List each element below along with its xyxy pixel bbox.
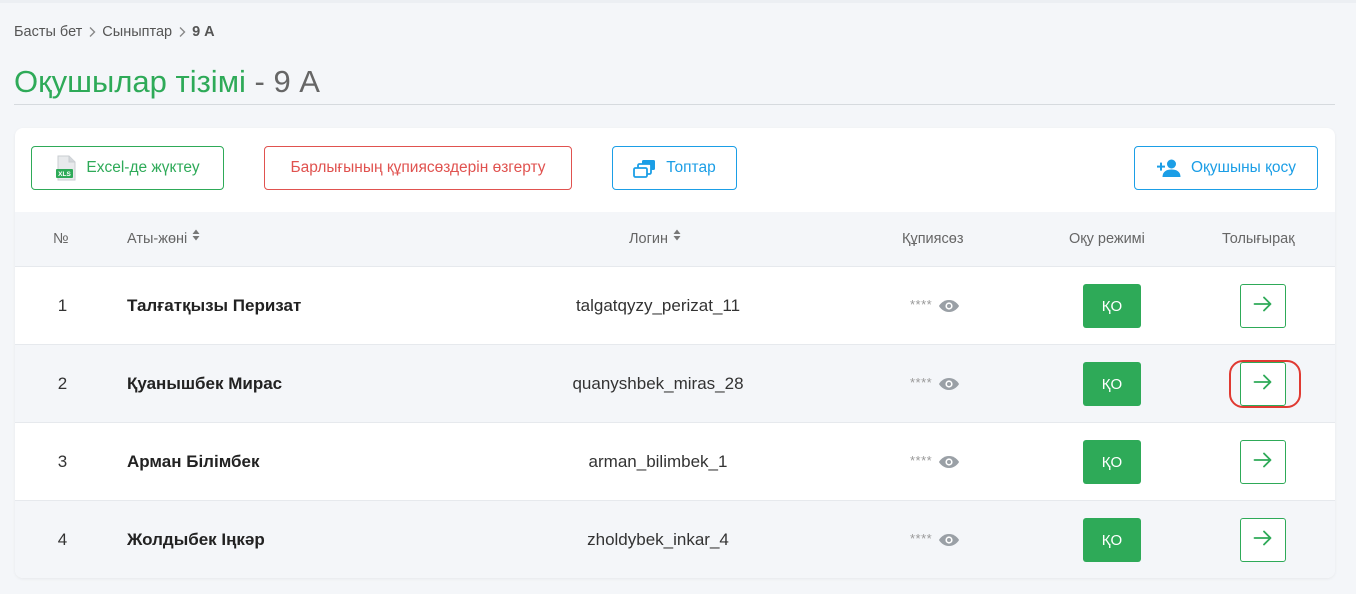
col-header-login[interactable]: Логин [629,212,681,266]
arrow-right-icon [1253,452,1273,473]
student-name: Қуанышбек Мирас [127,374,283,393]
students-card: XLS Excel-де жүктеу Барлығының құпиясөзд… [15,128,1335,578]
excel-download-button[interactable]: XLS Excel-де жүктеу [31,146,224,190]
arrow-right-icon [1253,374,1273,395]
add-user-icon [1156,158,1182,178]
col-header-name-label: Аты-жөні [127,231,188,247]
study-mode-badge: ҚО [1083,518,1141,562]
chevron-right-icon [88,26,96,38]
groups-button[interactable]: Топтар [612,146,737,190]
student-login: zholdybek_inkar_4 [587,530,729,549]
study-mode-badge: ҚО [1083,284,1141,328]
reset-all-passwords-label: Барлығының құпиясөздерін өзгерту [290,159,546,176]
col-header-mode: Оқу режимі [1069,231,1145,247]
breadcrumb-classes[interactable]: Сыныптар [102,24,172,40]
details-button[interactable] [1240,362,1286,406]
chevron-right-icon [178,26,186,38]
password-cell: **** [910,501,960,578]
student-login: quanyshbek_miras_28 [572,374,744,393]
top-border [0,0,1356,3]
col-header-num: № [53,231,69,247]
col-header-more: Толығырақ [1222,231,1295,247]
student-name: Арман Білімбек [127,452,260,471]
student-login: arman_bilimbek_1 [588,452,728,471]
add-student-label: Оқушыны қосу [1190,159,1297,176]
table-row: 2 Қуанышбек Мирас quanyshbek_miras_28 **… [15,345,1335,423]
svg-text:XLS: XLS [59,171,72,178]
details-button[interactable] [1240,518,1286,562]
excel-download-label: Excel-де жүктеу [86,159,200,176]
xls-file-icon: XLS [55,155,77,181]
student-name: Жолдыбек Іңкәр [127,530,265,549]
col-header-name[interactable]: Аты-жөні [127,212,200,266]
password-masked: **** [910,452,933,468]
study-mode-badge: ҚО [1083,440,1141,484]
breadcrumb-home[interactable]: Басты бет [14,24,82,40]
details-button[interactable] [1240,440,1286,484]
col-header-password: Құпиясөз [902,231,964,247]
student-login: talgatqyzy_perizat_11 [575,296,741,315]
add-student-button[interactable]: Оқушыны қосу [1134,146,1318,190]
password-cell: **** [910,345,960,423]
row-num: 3 [57,452,68,471]
arrow-right-icon [1253,296,1273,317]
row-num: 4 [57,530,68,549]
groups-icon [633,158,657,178]
row-num: 1 [57,296,68,315]
eye-icon[interactable] [938,299,960,313]
password-masked: **** [910,374,933,390]
password-cell: **** [910,267,960,345]
breadcrumb: Басты бет Сыныптар 9 А [14,24,215,40]
page-title: Оқушылар тізімі - 9 А [14,62,320,102]
table-row: 3 Арман Білімбек arman_bilimbek_1 **** Қ… [15,423,1335,501]
page-title-suffix: - 9 А [245,64,320,99]
table-row: 4 Жолдыбек Іңкәр zholdybek_inkar_4 **** … [15,501,1335,578]
eye-icon[interactable] [938,377,960,391]
password-cell: **** [910,423,960,501]
sort-icon [192,210,200,264]
eye-icon[interactable] [938,455,960,469]
table-row: 1 Талғатқызы Перизат talgatqyzy_perizat_… [15,267,1335,345]
arrow-right-icon [1253,530,1273,551]
title-divider [14,104,1335,105]
password-masked: **** [910,530,933,546]
col-header-login-label: Логин [629,231,668,247]
eye-icon[interactable] [938,533,960,547]
table-header: № Аты-жөні Логин Құпиясөз Оқу режимі Тол… [15,212,1335,267]
reset-all-passwords-button[interactable]: Барлығының құпиясөздерін өзгерту [264,146,572,190]
groups-label: Топтар [666,159,716,176]
study-mode-badge: ҚО [1083,362,1141,406]
breadcrumb-current: 9 А [192,24,215,40]
page-title-main: Оқушылар тізімі [14,64,246,99]
sort-icon [673,210,681,264]
row-num: 2 [57,374,68,393]
password-masked: **** [910,296,933,312]
details-button[interactable] [1240,284,1286,328]
student-name: Талғатқызы Перизат [127,296,302,315]
